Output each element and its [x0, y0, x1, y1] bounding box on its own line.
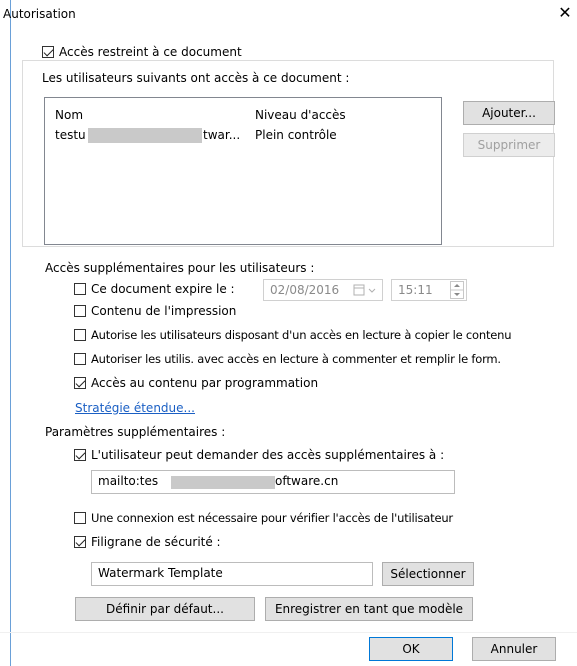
- user-access-level: Plein contrôle: [255, 128, 337, 142]
- cancel-button[interactable]: Annuler: [472, 637, 556, 661]
- close-icon[interactable]: ✕: [557, 4, 573, 22]
- window-left-edge: [10, 0, 11, 666]
- extra-params-label: Paramètres supplémentaires :: [45, 425, 226, 439]
- add-button[interactable]: Ajouter...: [463, 101, 555, 125]
- comment-label: Autoriser les utilis. avec accès en lect…: [91, 352, 501, 366]
- set-default-button[interactable]: Définir par défaut...: [75, 597, 255, 621]
- redacted-block: [171, 476, 275, 489]
- remove-button[interactable]: Supprimer: [463, 133, 555, 157]
- select-button[interactable]: Sélectionner: [382, 562, 474, 586]
- email-start: mailto:tes: [98, 474, 159, 488]
- footer-divider: [0, 632, 577, 633]
- connection-checkbox[interactable]: [74, 512, 86, 524]
- restrict-checkbox[interactable]: [42, 46, 54, 58]
- request-checkbox[interactable]: [74, 449, 86, 461]
- extended-policy-link[interactable]: Stratégie étendue...: [75, 401, 195, 415]
- copy-label: Autorise les utilisateurs disposant d'un…: [91, 328, 512, 342]
- restrict-label: Accès restreint à ce document: [59, 45, 245, 59]
- col-name-header[interactable]: Nom: [55, 108, 83, 122]
- expire-checkbox[interactable]: [74, 283, 86, 295]
- authorization-dialog: Autorisation ✕ Accès restreint à ce docu…: [0, 0, 577, 666]
- save-template-button[interactable]: Enregistrer en tant que modèle: [265, 597, 473, 621]
- comment-checkbox[interactable]: [74, 353, 86, 365]
- spin-arrows-icon[interactable]: [450, 281, 464, 305]
- program-checkbox[interactable]: [74, 377, 86, 389]
- expire-time-value: 15:11: [398, 283, 433, 297]
- expire-date-value: 02/08/2016: [270, 283, 340, 297]
- print-checkbox[interactable]: [74, 305, 86, 317]
- expire-date-field[interactable]: 02/08/2016: [263, 279, 383, 301]
- expire-label: Ce document expire le :: [91, 282, 235, 296]
- user-name-end: twar...: [203, 128, 241, 142]
- watermark-checkbox[interactable]: [74, 536, 86, 548]
- col-level-header[interactable]: Niveau d'accès: [255, 108, 346, 122]
- expire-time-field[interactable]: 15:11: [391, 279, 467, 301]
- redacted-block: [88, 128, 202, 143]
- window-title: Autorisation: [3, 7, 76, 21]
- users-label: Les utilisateurs suivants ont accès à ce…: [42, 71, 350, 85]
- users-list[interactable]: Nom Niveau d'accès testu twar... Plein c…: [44, 97, 442, 245]
- watermark-template-field[interactable]: Watermark Template: [91, 562, 373, 586]
- email-end: oftware.cn: [275, 474, 339, 488]
- user-name-start: testu: [55, 128, 86, 142]
- calendar-icon[interactable]: [352, 280, 378, 306]
- watermark-label: Filigrane de sécurité :: [91, 535, 221, 549]
- extra-access-label: Accès supplémentaires pour les utilisate…: [45, 261, 315, 275]
- copy-checkbox[interactable]: [74, 329, 86, 341]
- connection-label: Une connexion est nécessaire pour vérifi…: [91, 511, 453, 525]
- program-label: Accès au contenu par programmation: [91, 376, 319, 390]
- ok-button[interactable]: OK: [369, 637, 453, 661]
- print-label: Contenu de l'impression: [91, 304, 237, 318]
- request-email-field[interactable]: mailto:tes oftware.cn: [91, 470, 455, 494]
- request-label: L'utilisateur peut demander des accès su…: [91, 448, 445, 462]
